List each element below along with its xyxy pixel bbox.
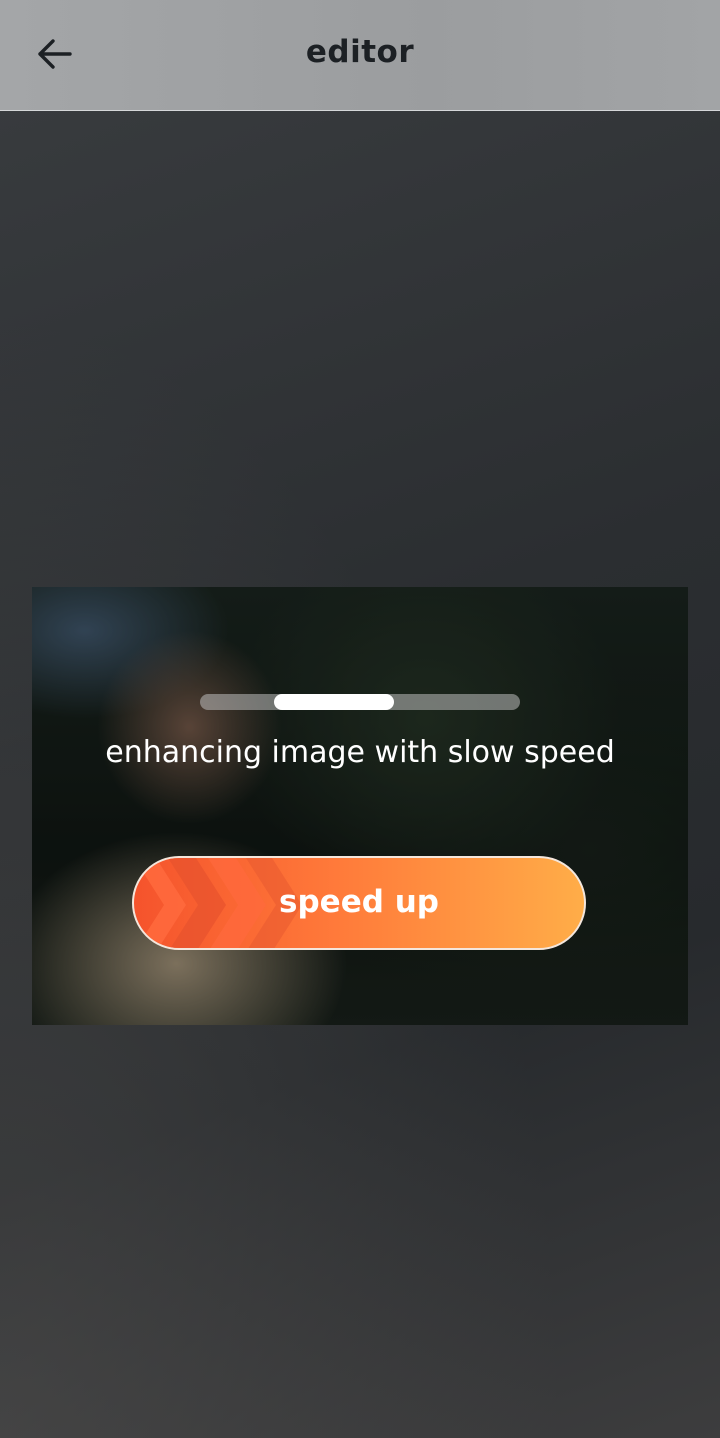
top-app-bar: editor [0,0,720,111]
processing-overlay [32,587,688,1025]
status-text: enhancing image with slow speed [105,735,615,770]
speed-up-button[interactable]: speed up [132,856,586,950]
image-preview: enhancing image with slow speed speed up [32,587,688,1025]
page-title: editor [305,34,415,70]
editor-screen: editor enhancing image with slow speed s… [0,0,720,1438]
progress-bar-fill [273,694,394,710]
progress-bar [200,694,520,710]
speed-up-label: speed up [279,884,439,920]
